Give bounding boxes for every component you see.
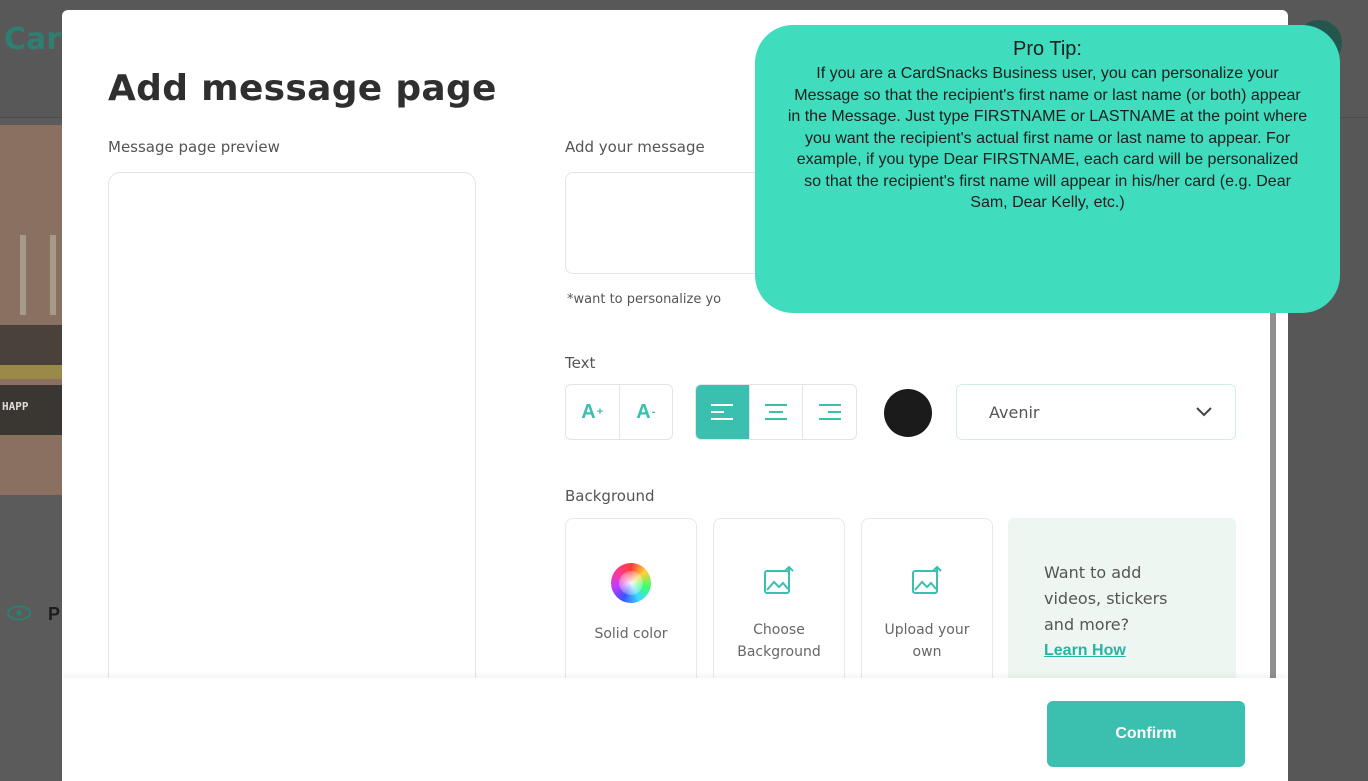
confirm-button[interactable]: Confirm	[1047, 701, 1245, 767]
upload-own-option[interactable]: Upload your own	[861, 518, 993, 688]
message-label: Add your message	[565, 138, 705, 156]
promo-text: Want to add videos, stickers and more?	[1044, 563, 1168, 634]
modal-footer: Confirm	[62, 678, 1288, 781]
personalize-hint: *want to personalize yo	[567, 292, 722, 307]
upload-own-label: Upload your own	[884, 622, 970, 660]
pro-tip-title: Pro Tip:	[1013, 38, 1082, 60]
alignment-group	[695, 384, 857, 440]
message-page-preview	[108, 172, 476, 732]
color-wheel-icon	[611, 563, 651, 603]
background-section-label: Background	[565, 487, 655, 505]
decrease-font-size-sup: -	[651, 406, 656, 418]
pro-tip-body: If you are a CardSnacks Business user, y…	[787, 65, 1308, 211]
choose-background-option[interactable]: Choose Background	[713, 518, 845, 688]
pro-tip-tooltip: Pro Tip: If you are a CardSnacks Busines…	[755, 25, 1340, 313]
candle-shape	[50, 235, 56, 315]
modal-title: Add message page	[108, 68, 497, 109]
candle-shape	[20, 235, 26, 315]
preview-label: Message page preview	[108, 138, 280, 156]
align-right-button[interactable]	[802, 385, 856, 439]
card-stripe	[0, 365, 62, 379]
card-stripe	[0, 325, 62, 365]
image-upload-icon	[764, 565, 794, 594]
background-side-label: P	[48, 604, 61, 624]
increase-font-size-label: A	[581, 400, 596, 423]
decrease-font-size-button[interactable]: A-	[618, 385, 673, 439]
align-left-button[interactable]	[696, 385, 749, 439]
align-right-icon	[818, 404, 841, 420]
image-upload-icon	[912, 565, 942, 594]
increase-font-size-button[interactable]: A +	[566, 385, 619, 439]
scrollbar[interactable]	[1270, 310, 1276, 690]
align-center-icon	[765, 404, 787, 420]
font-size-group: A + A-	[565, 384, 673, 440]
text-color-picker[interactable]	[884, 389, 932, 437]
background-card-thumbnail: HAPP	[0, 125, 62, 495]
solid-color-option[interactable]: Solid color	[565, 518, 697, 688]
card-text: HAPP	[2, 400, 29, 413]
promo-box: Want to add videos, stickers and more? L…	[1008, 518, 1236, 688]
text-section-label: Text	[565, 354, 596, 372]
align-center-button[interactable]	[748, 385, 803, 439]
learn-how-link[interactable]: Learn How	[1044, 642, 1236, 660]
align-left-icon	[711, 404, 734, 420]
decrease-font-size-label: A	[636, 400, 651, 423]
increase-font-size-sup: +	[596, 406, 604, 418]
choose-background-label: Choose Background	[737, 622, 821, 660]
background-options: Solid color Choose Background Upload you…	[565, 518, 993, 688]
chevron-down-icon	[1196, 407, 1212, 417]
font-select[interactable]: Avenir	[956, 384, 1236, 440]
font-select-value: Avenir	[989, 402, 1040, 422]
eye-icon	[7, 605, 31, 621]
solid-color-label: Solid color	[594, 626, 668, 642]
background-logo: Car	[4, 22, 62, 57]
